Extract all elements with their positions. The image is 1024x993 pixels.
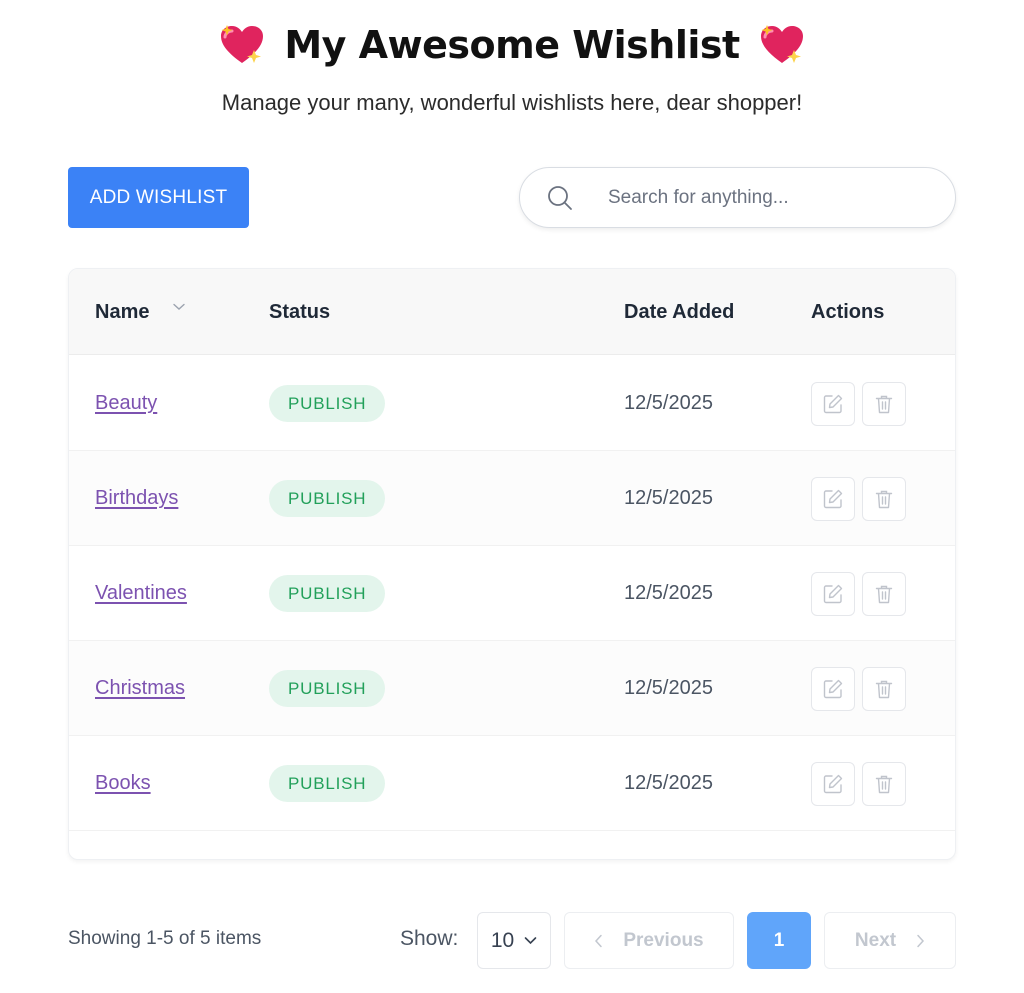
per-page-select[interactable]: 10	[477, 912, 551, 969]
table-row: Valentines PUBLISH 12/5/2025	[69, 546, 955, 641]
next-label: Next	[854, 929, 897, 951]
column-header-actions: Actions	[811, 301, 885, 323]
wishlist-name-link[interactable]: Beauty	[95, 392, 157, 415]
column-header-date: Date Added	[624, 301, 735, 323]
trash-icon	[875, 490, 893, 508]
table-row: Beauty PUBLISH 12/5/2025	[69, 356, 955, 451]
table-row: Books PUBLISH 12/5/2025	[69, 736, 955, 831]
chevron-right-icon	[917, 934, 925, 947]
edit-icon	[823, 394, 843, 413]
table-row: Birthdays PUBLISH 12/5/2025	[69, 451, 955, 546]
trash-icon	[875, 395, 893, 413]
edit-button[interactable]	[811, 761, 855, 806]
page-button-current[interactable]: 1	[747, 912, 811, 969]
search-input[interactable]	[608, 186, 908, 209]
table-row: Christmas PUBLISH 12/5/2025	[69, 641, 955, 736]
page-title: My Awesome Wishlist	[284, 23, 740, 67]
previous-page-button[interactable]: Previous	[564, 912, 734, 969]
chevron-left-icon	[595, 934, 603, 947]
date-added: 12/5/2025	[624, 677, 713, 699]
previous-label: Previous	[623, 929, 704, 951]
title-row: My Awesome Wishlist	[0, 20, 1024, 70]
edit-icon	[823, 679, 843, 698]
chevron-down-icon	[524, 937, 537, 945]
chevron-down-icon[interactable]	[173, 303, 185, 311]
status-badge: PUBLISH	[269, 480, 386, 517]
edit-button[interactable]	[811, 476, 855, 521]
wishlist-name-link[interactable]: Birthdays	[95, 487, 178, 510]
date-added: 12/5/2025	[624, 582, 713, 604]
column-header-status: Status	[269, 301, 331, 323]
delete-button[interactable]	[862, 761, 906, 806]
date-added: 12/5/2025	[624, 392, 713, 414]
wishlist-name-link[interactable]: Valentines	[95, 582, 187, 605]
edit-button[interactable]	[811, 571, 855, 616]
page-subtitle: Manage your many, wonderful wishlists he…	[221, 90, 803, 115]
column-header-name[interactable]: Name	[95, 269, 149, 355]
search-icon	[548, 185, 572, 210]
sparkling-heart-icon	[221, 25, 264, 63]
edit-icon	[823, 774, 843, 793]
trash-icon	[875, 585, 893, 603]
edit-icon	[823, 584, 843, 603]
status-badge: PUBLISH	[269, 765, 386, 802]
per-page-value: 10	[490, 928, 515, 952]
delete-button[interactable]	[862, 476, 906, 521]
sparkling-heart-icon	[760, 25, 803, 63]
table-header: Name Status Date Added Actions	[69, 269, 955, 355]
status-badge: PUBLISH	[269, 670, 386, 707]
date-added: 12/5/2025	[624, 772, 713, 794]
status-badge: PUBLISH	[269, 385, 386, 422]
delete-button[interactable]	[862, 381, 906, 426]
date-added: 12/5/2025	[624, 487, 713, 509]
wishlist-name-link[interactable]: Books	[95, 772, 151, 795]
delete-button[interactable]	[862, 666, 906, 711]
page-header: My Awesome Wishlist Manage your many, wo…	[0, 20, 1024, 116]
wishlist-name-link[interactable]: Christmas	[95, 677, 185, 700]
pagination-summary: Showing 1-5 of 5 items	[68, 928, 262, 949]
add-wishlist-button[interactable]: ADD WISHLIST	[68, 167, 249, 228]
next-page-button[interactable]: Next	[824, 912, 956, 969]
status-badge: PUBLISH	[269, 575, 386, 612]
edit-button[interactable]	[811, 666, 855, 711]
edit-button[interactable]	[811, 381, 855, 426]
column-header-name-label: Name	[95, 301, 150, 323]
trash-icon	[875, 680, 893, 698]
search-box[interactable]	[519, 167, 956, 228]
edit-icon	[823, 489, 843, 508]
trash-icon	[875, 775, 893, 793]
per-page-label: Show:	[400, 927, 459, 950]
wishlist-table: Name Status Date Added Actions Beauty PU…	[68, 268, 956, 860]
delete-button[interactable]	[862, 571, 906, 616]
